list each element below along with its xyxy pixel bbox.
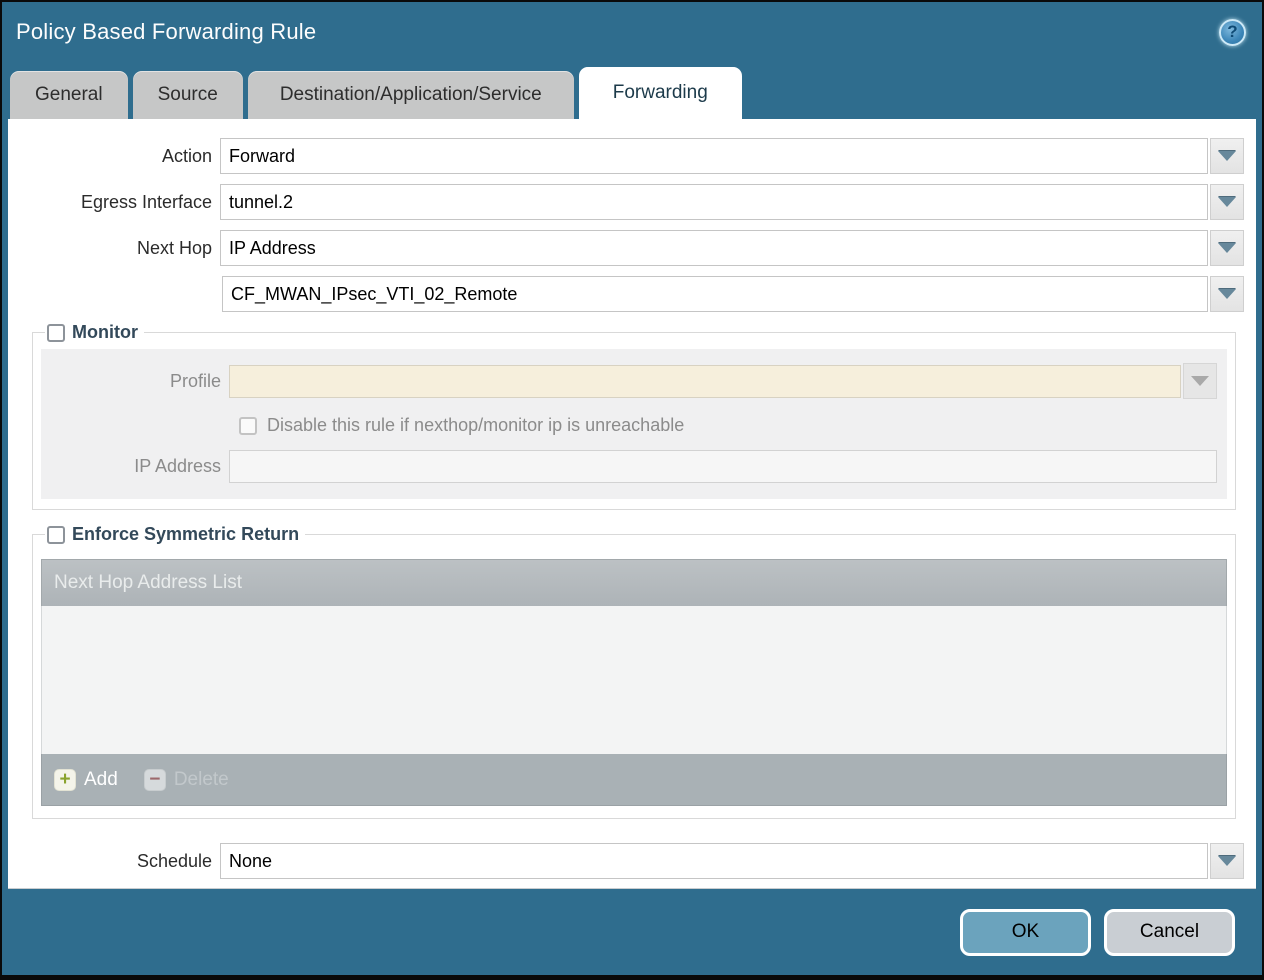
enforce-symmetric-return-legend: Enforce Symmetric Return <box>45 524 305 545</box>
enforce-symmetric-return-section: Enforce Symmetric Return Next Hop Addres… <box>32 524 1236 819</box>
dialog-title: Policy Based Forwarding Rule <box>16 19 1219 45</box>
next-hop-address-list-body[interactable] <box>41 606 1227 754</box>
action-dropdown-button[interactable] <box>1210 138 1244 174</box>
next-hop-address-list-header: Next Hop Address List <box>41 559 1227 606</box>
ok-button[interactable]: OK <box>960 909 1091 956</box>
next-hop-address-list-toolbar: + Add − Delete <box>41 754 1227 806</box>
policy-based-forwarding-dialog: Policy Based Forwarding Rule ? General S… <box>0 0 1264 980</box>
title-bar: Policy Based Forwarding Rule ? <box>2 2 1262 62</box>
schedule-label: Schedule <box>8 851 212 872</box>
schedule-select[interactable] <box>220 843 1208 879</box>
schedule-dropdown-button[interactable] <box>1210 843 1244 879</box>
monitor-legend-label: Monitor <box>72 322 138 343</box>
enforce-symmetric-return-legend-label: Enforce Symmetric Return <box>72 524 299 545</box>
profile-select <box>229 365 1181 398</box>
monitor-disabled-panel: Profile Disable this rule if nexthop/mon… <box>41 349 1227 499</box>
chevron-down-icon <box>1191 376 1209 386</box>
action-select[interactable] <box>220 138 1208 174</box>
monitor-ip-address-label: IP Address <box>41 456 221 477</box>
next-hop-address-dropdown-button[interactable] <box>1210 276 1244 312</box>
minus-icon: − <box>144 769 166 791</box>
profile-row: Profile <box>41 363 1217 399</box>
chevron-down-icon <box>1218 197 1236 207</box>
tab-bar: General Source Destination/Application/S… <box>2 62 1262 119</box>
schedule-row: Schedule <box>8 843 1244 879</box>
egress-interface-select[interactable] <box>220 184 1208 220</box>
cancel-button[interactable]: Cancel <box>1104 909 1235 956</box>
monitor-ip-address-row: IP Address <box>41 450 1217 483</box>
next-hop-label: Next Hop <box>8 238 212 259</box>
disable-rule-checkbox <box>239 417 257 435</box>
monitor-ip-address-input <box>229 450 1217 483</box>
chevron-down-icon <box>1218 243 1236 253</box>
tab-destination-application-service[interactable]: Destination/Application/Service <box>248 71 574 119</box>
chevron-down-icon <box>1218 289 1236 299</box>
egress-interface-dropdown-button[interactable] <box>1210 184 1244 220</box>
chevron-down-icon <box>1218 856 1236 866</box>
profile-dropdown-button <box>1183 363 1217 399</box>
plus-icon: + <box>54 769 76 791</box>
help-icon[interactable]: ? <box>1219 19 1246 46</box>
next-hop-address-row <box>8 276 1244 312</box>
tab-source[interactable]: Source <box>133 71 243 119</box>
monitor-section: Monitor Profile Disable this rule if nex… <box>32 322 1236 510</box>
action-label: Action <box>8 146 212 167</box>
tab-forwarding[interactable]: Forwarding <box>579 67 742 119</box>
disable-rule-row: Disable this rule if nexthop/monitor ip … <box>239 415 1217 436</box>
action-row: Action <box>8 138 1244 174</box>
chevron-down-icon <box>1218 151 1236 161</box>
monitor-legend: Monitor <box>45 322 144 343</box>
next-hop-type-select[interactable] <box>220 230 1208 266</box>
add-button[interactable]: + Add <box>54 769 118 791</box>
monitor-checkbox[interactable] <box>47 324 65 342</box>
next-hop-address-list-table: Next Hop Address List + Add − Delete <box>41 559 1227 806</box>
egress-interface-label: Egress Interface <box>8 192 212 213</box>
tab-general[interactable]: General <box>10 71 128 119</box>
next-hop-row: Next Hop <box>8 230 1244 266</box>
next-hop-address-select[interactable] <box>222 276 1208 312</box>
forwarding-tab-panel: Action Egress Interface Next Hop <box>8 119 1256 889</box>
dialog-footer: OK Cancel <box>2 889 1262 975</box>
next-hop-dropdown-button[interactable] <box>1210 230 1244 266</box>
enforce-symmetric-return-checkbox[interactable] <box>47 526 65 544</box>
delete-button: − Delete <box>144 769 229 791</box>
egress-interface-row: Egress Interface <box>8 184 1244 220</box>
profile-label: Profile <box>41 371 221 392</box>
disable-rule-label: Disable this rule if nexthop/monitor ip … <box>267 415 684 436</box>
